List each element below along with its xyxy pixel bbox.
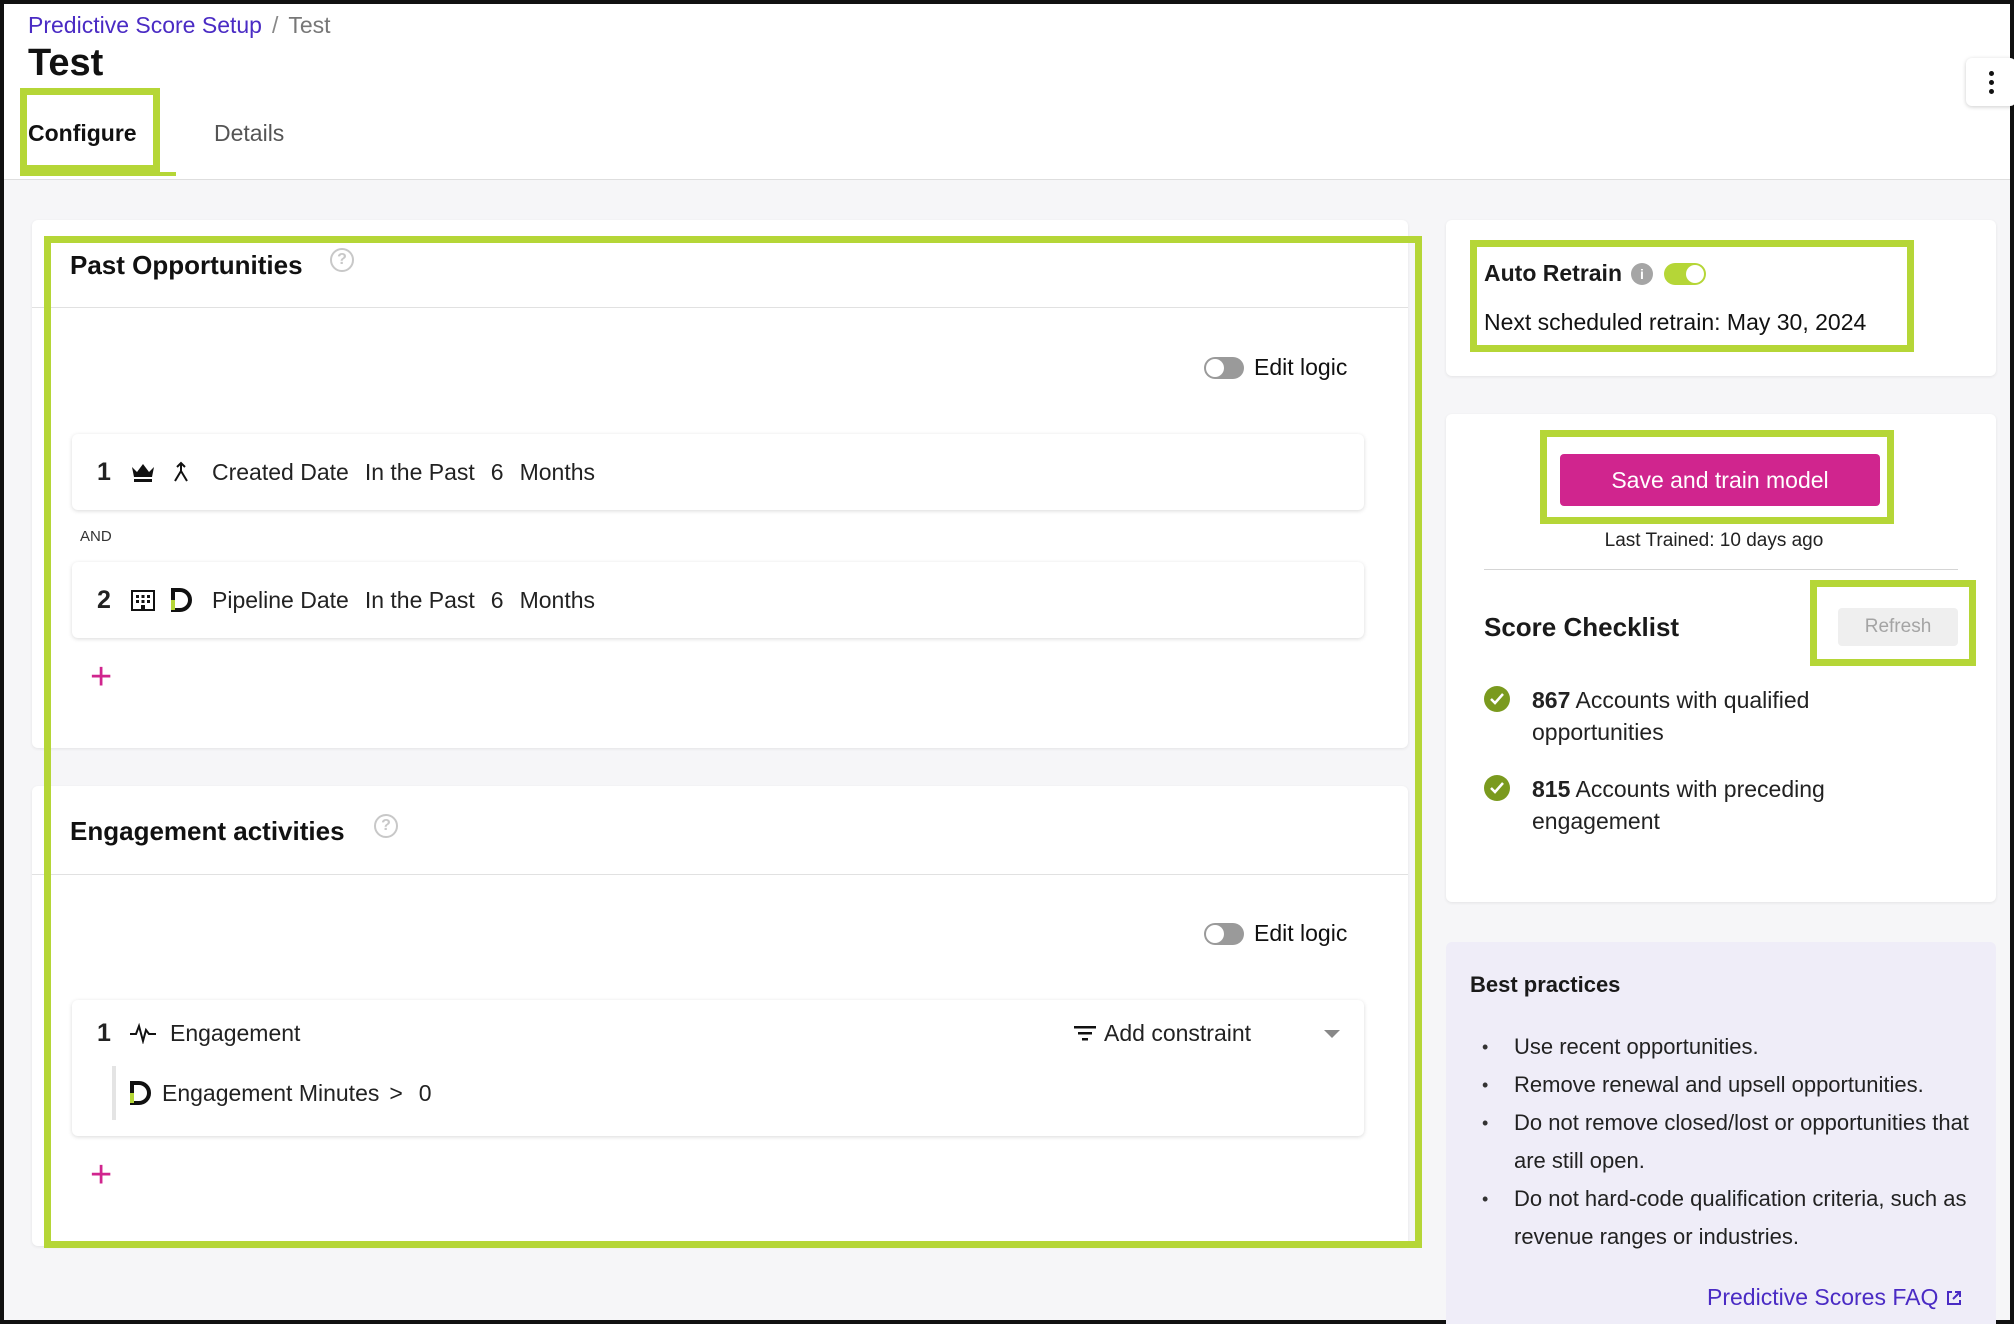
page-header: Predictive Score Setup / Test Test Configu… [4, 4, 2014, 180]
active-tab-indicator [20, 172, 176, 176]
check-circle-icon [1484, 686, 1510, 712]
best-practice-item: Use recent opportunities. [1470, 1028, 1990, 1066]
rule-text: Pipeline Date In the Past 6 Months [212, 587, 611, 614]
engagement-rule-label[interactable]: Engagement [170, 1020, 300, 1047]
score-checklist-title: Score Checklist [1484, 612, 1680, 642]
auto-retrain-label: Auto Retrain [1484, 260, 1622, 286]
breadcrumb-current: Test [288, 12, 331, 38]
next-retrain-text: Next scheduled retrain: May 30, 2024 [1484, 309, 1867, 335]
checklist-description: Accounts with qualified opportunities [1532, 687, 1810, 745]
add-engagement-button[interactable]: + [90, 1156, 112, 1194]
rule-value[interactable]: 6 [491, 587, 504, 613]
toggle-switch[interactable] [1204, 356, 1244, 379]
checklist-item: 815 Accounts with preceding engagement [1484, 773, 1944, 843]
save-and-train-button[interactable]: Save and train model [1560, 454, 1880, 506]
more-options-button[interactable] [1966, 58, 2014, 106]
external-link-icon [1947, 1290, 1962, 1305]
toggle-switch[interactable] [1204, 922, 1244, 945]
rule-number: 1 [97, 457, 111, 486]
check-circle-icon [1484, 775, 1510, 801]
section-divider [1484, 569, 1958, 570]
edit-logic-label: Edit logic [1254, 920, 1348, 946]
rule-number: 2 [97, 585, 111, 614]
rule-operator[interactable]: In the Past [365, 459, 475, 485]
last-trained-text: Last Trained: 10 days ago [1604, 530, 1824, 551]
page-title: Test [28, 42, 104, 84]
rule-number: 1 [97, 1018, 111, 1047]
breadcrumb-link-predictive-score-setup[interactable]: Predictive Score Setup [28, 12, 262, 38]
edit-logic-label: Edit logic [1254, 354, 1348, 380]
d-logo-icon [164, 587, 198, 613]
engagement-rule-header: 1 Engagement Add constraint [72, 1000, 1364, 1066]
add-constraint-button[interactable]: Add constraint [1074, 1020, 1251, 1047]
checklist-item-text: 815 Accounts with preceding engagement [1532, 773, 1862, 837]
engagement-sub-rule[interactable]: Engagement Minutes > 0 [128, 1066, 432, 1120]
kebab-icon [1988, 69, 1994, 96]
checklist-count: 867 [1532, 687, 1571, 713]
merge-icon [164, 461, 198, 483]
chevron-down-icon[interactable] [1324, 1030, 1340, 1038]
crown-icon [126, 461, 160, 483]
card-divider [32, 874, 1408, 875]
rule-field[interactable]: Created Date [212, 459, 349, 485]
refresh-button[interactable]: Refresh [1838, 608, 1958, 646]
sub-rule-value[interactable]: 0 [419, 1080, 432, 1107]
engagement-activities-title: Engagement activities [70, 816, 345, 846]
card-divider [32, 307, 1408, 308]
sub-rule-field[interactable]: Engagement Minutes [162, 1080, 379, 1107]
help-icon[interactable]: ? [330, 248, 354, 272]
tab-configure[interactable]: Configure [28, 120, 137, 147]
rule-text: Created Date In the Past 6 Months [212, 459, 611, 486]
tab-details[interactable]: Details [214, 120, 284, 147]
best-practice-item: Do not remove closed/lost or opportuniti… [1470, 1104, 1990, 1180]
rule-unit[interactable]: Months [520, 459, 595, 485]
past-opportunity-rule-2[interactable]: 2 Pipeline Date In the Past 6 Months [72, 562, 1364, 638]
past-opportunity-rule-1[interactable]: 1 Created Date In the Past 6 Months [72, 434, 1364, 510]
past-opportunities-title: Past Opportunities [70, 250, 303, 280]
engagement-rule-1[interactable]: 1 Engagement Add constraint Engagement M… [72, 1000, 1364, 1136]
best-practices-title: Best practices [1470, 972, 1621, 997]
faq-link-label: Predictive Scores FAQ [1707, 1284, 1939, 1310]
filter-icon [1074, 1026, 1096, 1041]
predictive-scores-faq-link[interactable]: Predictive Scores FAQ [1707, 1284, 1962, 1311]
breadcrumb: Predictive Score Setup / Test [28, 12, 331, 39]
d-logo-icon [130, 1081, 151, 1105]
help-icon[interactable]: ? [374, 814, 398, 838]
rule-operator[interactable]: In the Past [365, 587, 475, 613]
best-practice-item: Remove renewal and upsell opportunities. [1470, 1066, 1990, 1104]
checklist-description: Accounts with preceding engagement [1532, 776, 1825, 834]
sub-rule-operator[interactable]: > [389, 1080, 402, 1107]
rule-value[interactable]: 6 [491, 459, 504, 485]
breadcrumb-separator: / [271, 12, 279, 38]
auto-retrain-card [1446, 220, 1996, 376]
best-practices-list: Use recent opportunities. Remove renewal… [1470, 1028, 1990, 1256]
checklist-item-text: 867 Accounts with qualified opportunitie… [1532, 684, 1862, 748]
activity-pulse-icon [126, 1022, 160, 1044]
logic-connector-label: AND [80, 528, 112, 545]
checklist-count: 815 [1532, 776, 1571, 802]
edit-logic-toggle[interactable]: Edit logic [1204, 354, 1347, 381]
building-icon [126, 588, 160, 612]
sub-rule-connector [112, 1066, 116, 1120]
rule-unit[interactable]: Months [520, 587, 595, 613]
rule-field[interactable]: Pipeline Date [212, 587, 349, 613]
best-practice-item: Do not hard-code qualification criteria,… [1470, 1180, 1990, 1256]
checklist-item: 867 Accounts with qualified opportunitie… [1484, 684, 1944, 754]
add-constraint-label: Add constraint [1104, 1019, 1252, 1046]
info-icon[interactable]: i [1631, 263, 1653, 285]
auto-retrain-toggle[interactable] [1664, 263, 1706, 285]
add-condition-button[interactable]: + [90, 658, 112, 696]
edit-logic-toggle[interactable]: Edit logic [1204, 920, 1347, 947]
